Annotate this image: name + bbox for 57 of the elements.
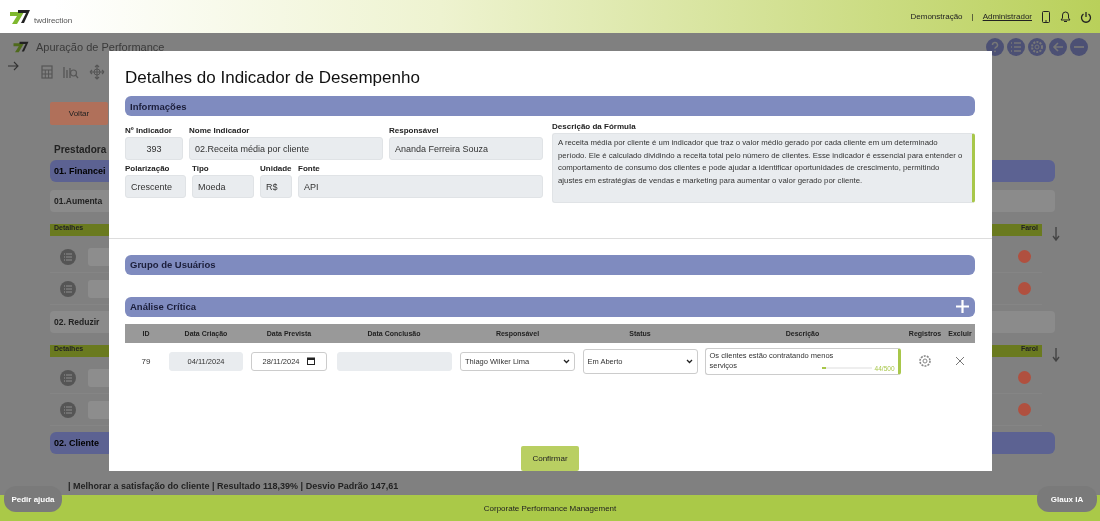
add-icon[interactable] xyxy=(955,299,970,315)
user-link[interactable]: Administrador xyxy=(982,12,1032,21)
input-field[interactable]: R$ xyxy=(260,175,292,198)
field-label: Unidade xyxy=(260,164,292,173)
settings-icon[interactable] xyxy=(1028,38,1046,56)
power-icon[interactable] xyxy=(1080,10,1092,23)
summary-text: | Melhorar a satisfação do cliente | Resultado 118,39% | Desvio Padrão 147,61 xyxy=(68,481,399,491)
chart-search-icon[interactable] xyxy=(63,65,79,79)
logo-icon xyxy=(8,8,32,25)
input-field[interactable]: API xyxy=(298,175,543,198)
arrow-right-icon[interactable] xyxy=(7,61,19,71)
page-title: Apuração de Performance xyxy=(36,41,165,53)
section-title: Análise Crítica xyxy=(130,301,196,313)
list-icon[interactable] xyxy=(60,248,76,265)
footer-text: Corporate Performance Management xyxy=(483,503,617,513)
dialog-title: Detalhes do Indicador de Desempenho xyxy=(125,68,421,88)
field-label: Responsável xyxy=(389,126,440,135)
settings-icon[interactable] xyxy=(918,354,932,369)
list-icon[interactable] xyxy=(60,401,76,418)
list-icon[interactable] xyxy=(60,280,76,297)
input-field[interactable]: 02.Receita média por cliente xyxy=(189,137,383,160)
table-cell: 79 xyxy=(141,356,151,366)
chevron-down-icon xyxy=(685,358,693,364)
minimize-icon[interactable] xyxy=(1070,38,1088,56)
chevron-down-icon xyxy=(563,358,570,364)
help-icon[interactable] xyxy=(986,38,1004,56)
assistant-button[interactable]: Glaux IA xyxy=(1037,486,1097,512)
section-header: Informações xyxy=(125,96,975,116)
logo-icon xyxy=(12,41,30,53)
back-icon[interactable] xyxy=(1049,38,1067,56)
input-field[interactable]: Ananda Ferreira Souza xyxy=(389,137,543,160)
field-label: Fonte xyxy=(298,164,321,173)
move-icon[interactable] xyxy=(89,64,105,80)
environment-label: Demonstração xyxy=(910,12,963,21)
arrow-down-icon[interactable] xyxy=(1052,348,1060,362)
brand-name: twdirection xyxy=(34,15,73,25)
field-label: Nome Indicador xyxy=(189,126,251,135)
arrow-down-icon[interactable] xyxy=(1052,227,1060,241)
section-header: Grupo de Usuários xyxy=(125,254,975,275)
field-label: Tipo xyxy=(192,164,210,173)
company-name: Prestadora xyxy=(54,144,107,155)
back-button[interactable]: Voltar xyxy=(50,102,108,125)
tablet-icon[interactable] xyxy=(1041,10,1051,23)
field-label: Descrição da Fórmula xyxy=(552,122,637,131)
close-icon[interactable] xyxy=(955,356,965,367)
calendar-icon[interactable] xyxy=(307,357,316,366)
list-icon[interactable] xyxy=(60,369,76,386)
help-button[interactable]: Pedir ajuda xyxy=(4,486,62,512)
bell-icon[interactable] xyxy=(1060,10,1071,23)
calculator-icon[interactable] xyxy=(41,65,53,79)
input-field[interactable]: Crescente xyxy=(125,175,186,198)
separator: | xyxy=(971,12,974,21)
field-label: Polarização xyxy=(125,164,171,173)
input-field[interactable]: 393 xyxy=(125,137,183,160)
confirm-button[interactable]: Confirmar xyxy=(521,446,579,471)
input-field[interactable]: Moeda xyxy=(192,175,254,198)
field-label: Nº Indicador xyxy=(125,126,173,135)
